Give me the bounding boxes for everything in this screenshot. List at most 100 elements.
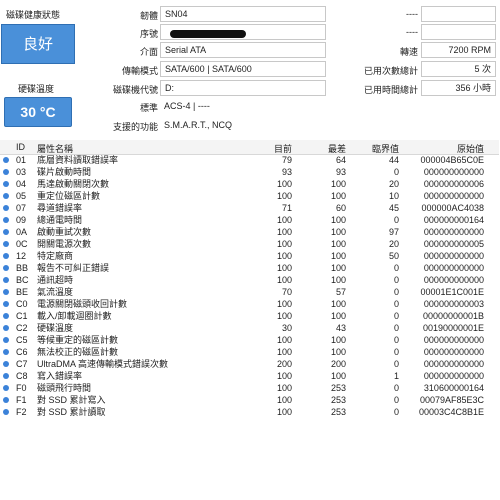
row-threshold: 20 — [388, 179, 399, 189]
row-name: 電源關閉磁頭收回計數 — [37, 299, 128, 309]
row-threshold: 1 — [393, 371, 399, 381]
table-row[interactable]: 07 尋道錯誤率 71 60 45 000000AC4038 — [0, 202, 499, 214]
table-row[interactable]: C0 電源關閉磁頭收回計數 100 100 0 000000000003 — [0, 298, 499, 310]
row-worst: 100 — [330, 239, 346, 249]
row-current: 100 — [276, 395, 292, 405]
row-current: 100 — [276, 371, 292, 381]
row-threshold: 0 — [393, 347, 399, 357]
row-name: 總通電時間 — [37, 215, 83, 225]
row-raw: 310600000164 — [423, 383, 484, 393]
status-dot-icon — [3, 265, 9, 271]
row-current: 93 — [281, 167, 292, 177]
status-dot-icon — [3, 253, 9, 259]
row-id: C8 — [16, 371, 28, 381]
table-row[interactable]: 04 馬達啟動關閉次數 100 100 20 000000000006 — [0, 178, 499, 190]
row-id: 05 — [16, 191, 27, 201]
row-id: 12 — [16, 251, 27, 261]
temperature-label: 硬碟溫度 — [18, 84, 55, 94]
row-name: 尋道錯誤率 — [37, 203, 83, 213]
row-id: 0C — [16, 239, 28, 249]
row-id: 0A — [16, 227, 28, 237]
status-dot-icon — [3, 169, 9, 175]
table-row[interactable]: F1 對 SSD 累計寫入 100 253 0 00079AF85E3C — [0, 394, 499, 406]
status-dot-icon — [3, 193, 9, 199]
table-row[interactable]: 03 碟片啟動時間 93 93 0 000000000000 — [0, 166, 499, 178]
row-threshold: 20 — [388, 239, 399, 249]
table-row[interactable]: 01 底層資料讀取錯誤率 79 64 44 000004B65C0E — [0, 154, 499, 166]
table-row[interactable]: C8 寫入錯誤率 100 100 1 000000000000 — [0, 370, 499, 382]
status-dot-icon — [3, 301, 9, 307]
status-dot-icon — [3, 229, 9, 235]
row-threshold: 0 — [393, 383, 399, 393]
health-status-label: 磁碟健康狀態 — [6, 10, 61, 20]
table-row[interactable]: C7 UltraDMA 高速傳輸模式錯誤次數 200 200 0 0000000… — [0, 358, 499, 370]
row-threshold: 0 — [393, 311, 399, 321]
row-name: 寫入錯誤率 — [37, 371, 83, 381]
row-raw: 000000000000 — [423, 371, 484, 381]
health-status-button[interactable]: 良好 — [1, 24, 75, 64]
row-worst: 100 — [330, 275, 346, 285]
row-current: 79 — [281, 155, 292, 165]
table-row[interactable]: F2 對 SSD 累計讀取 100 253 0 00003C4C8B1E — [0, 406, 499, 418]
table-row[interactable]: BE 氣流溫度 70 57 0 00001E1C001E — [0, 286, 499, 298]
row-raw: 00003C4C8B1E — [418, 407, 484, 417]
row-worst: 100 — [330, 215, 346, 225]
header-id[interactable]: ID — [16, 142, 36, 152]
firmware-label: 韌體 — [139, 11, 158, 21]
row-raw: 000000000000 — [423, 167, 484, 177]
row-id: 04 — [16, 179, 27, 189]
row-raw: 000000000000 — [423, 263, 484, 273]
row-threshold: 0 — [393, 215, 399, 225]
row-worst: 64 — [335, 155, 346, 165]
row-worst: 100 — [330, 179, 346, 189]
standard-value: ACS-4 | ---- — [164, 101, 210, 111]
row-id: 03 — [16, 167, 27, 177]
row-name: 通訊超時 — [37, 275, 74, 285]
table-row[interactable]: 12 特定廠商 100 100 50 000000000000 — [0, 250, 499, 262]
table-row[interactable]: C2 硬碟溫度 30 43 0 00190000001E — [0, 322, 499, 334]
row-name: 馬達啟動關閉次數 — [37, 179, 110, 189]
row-threshold: 0 — [393, 287, 399, 297]
row-worst: 100 — [330, 371, 346, 381]
row-threshold: 44 — [388, 155, 399, 165]
row-raw: 000000000000 — [423, 347, 484, 357]
table-row[interactable]: 09 總通電時間 100 100 0 000000000164 — [0, 214, 499, 226]
row-id: BB — [16, 263, 29, 273]
row-raw: 000000AC4038 — [421, 203, 484, 213]
table-row[interactable]: BB 報告不可糾正錯誤 100 100 0 000000000000 — [0, 262, 499, 274]
row-name: 開關電源次數 — [37, 239, 92, 249]
row-name: 啟動重試次數 — [37, 227, 92, 237]
row-raw: 000000000005 — [423, 239, 484, 249]
row-id: F1 — [16, 395, 27, 405]
right-blank1-label: ---- — [406, 9, 418, 19]
row-id: C7 — [16, 359, 28, 369]
row-id: 09 — [16, 215, 27, 225]
power-on-count-label: 已用次數總計 — [363, 66, 418, 76]
row-current: 200 — [276, 359, 292, 369]
table-row[interactable]: 0A 啟動重試次數 100 100 97 000000000000 — [0, 226, 499, 238]
row-current: 100 — [276, 299, 292, 309]
power-on-hours-label: 已用時間總計 — [363, 85, 418, 95]
table-row[interactable]: 0C 開關電源次數 100 100 20 000000000005 — [0, 238, 499, 250]
table-row[interactable]: 05 重定位磁區計數 100 100 10 000000000000 — [0, 190, 499, 202]
row-name: 重定位磁區計數 — [37, 191, 101, 201]
table-row[interactable]: C5 等候重定的磁區計數 100 100 0 000000000000 — [0, 334, 499, 346]
table-row[interactable]: BC 通訊超時 100 100 0 000000000000 — [0, 274, 499, 286]
table-row[interactable]: C1 載入/卸載迴圈計數 100 100 0 00000000001B — [0, 310, 499, 322]
status-dot-icon — [3, 241, 9, 247]
row-threshold: 0 — [393, 407, 399, 417]
table-row[interactable]: C6 無法校正的磁區計數 100 100 0 000000000000 — [0, 346, 499, 358]
row-worst: 100 — [330, 191, 346, 201]
row-threshold: 0 — [393, 359, 399, 369]
row-threshold: 10 — [388, 191, 399, 201]
row-raw: 000000000003 — [423, 299, 484, 309]
row-worst: 253 — [330, 407, 346, 417]
row-raw: 00001E1C001E — [420, 287, 484, 297]
row-raw: 000000000000 — [423, 227, 484, 237]
row-current: 30 — [281, 323, 292, 333]
row-raw: 000000000000 — [423, 191, 484, 201]
table-row[interactable]: F0 磁頭飛行時間 100 253 0 310600000164 — [0, 382, 499, 394]
row-threshold: 0 — [393, 263, 399, 273]
status-dot-icon — [3, 349, 9, 355]
status-dot-icon — [3, 337, 9, 343]
